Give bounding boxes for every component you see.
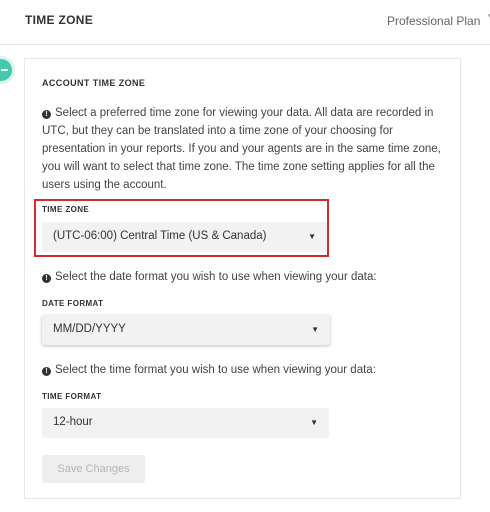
date-format-select[interactable]: MM/DD/YYYY ▼: [42, 315, 330, 345]
info-circle-icon: !: [42, 110, 51, 119]
description-text: Select a preferred time zone for viewing…: [42, 107, 441, 191]
time-zone-select[interactable]: (UTC-06:00) Central Time (US & Canada) ▼: [42, 222, 327, 252]
caret-down-icon: ▼: [308, 232, 316, 241]
caret-down-icon: ▼: [310, 418, 318, 427]
time-zone-settings-page: TIME ZONE Professional Plan ▼ ACCOUNT TI…: [0, 0, 490, 512]
info-circle-icon: !: [42, 367, 51, 376]
account-time-zone-card: ACCOUNT TIME ZONE ! Select a preferred ti…: [24, 58, 461, 499]
collapse-sidebar-button[interactable]: [0, 59, 12, 81]
time-format-label: TIME FORMAT: [42, 392, 102, 401]
plan-caret-icon[interactable]: ▼: [486, 12, 490, 23]
plan-selector[interactable]: Professional Plan: [387, 14, 480, 28]
time-format-hint: ! Select the time format you wish to use …: [42, 364, 376, 376]
date-format-hint: ! Select the date format you wish to use …: [42, 271, 377, 283]
time-zone-value: (UTC-06:00) Central Time (US & Canada): [53, 230, 267, 242]
minus-icon: [1, 69, 8, 71]
time-format-hint-text: Select the time format you wish to use w…: [55, 364, 376, 376]
page-header: TIME ZONE Professional Plan ▼: [0, 0, 490, 45]
date-format-label: DATE FORMAT: [42, 299, 104, 308]
page-title: TIME ZONE: [25, 13, 94, 27]
section-title: ACCOUNT TIME ZONE: [42, 78, 146, 88]
caret-down-icon: ▼: [311, 325, 319, 334]
time-zone-description: ! Select a preferred time zone for viewin…: [42, 104, 447, 194]
time-format-select[interactable]: 12-hour ▼: [42, 408, 329, 438]
info-circle-icon: !: [42, 274, 51, 283]
date-format-hint-text: Select the date format you wish to use w…: [55, 271, 377, 283]
save-changes-button[interactable]: Save Changes: [42, 455, 145, 483]
time-zone-label: TIME ZONE: [42, 205, 90, 214]
time-format-value: 12-hour: [53, 416, 93, 428]
date-format-value: MM/DD/YYYY: [53, 323, 126, 335]
